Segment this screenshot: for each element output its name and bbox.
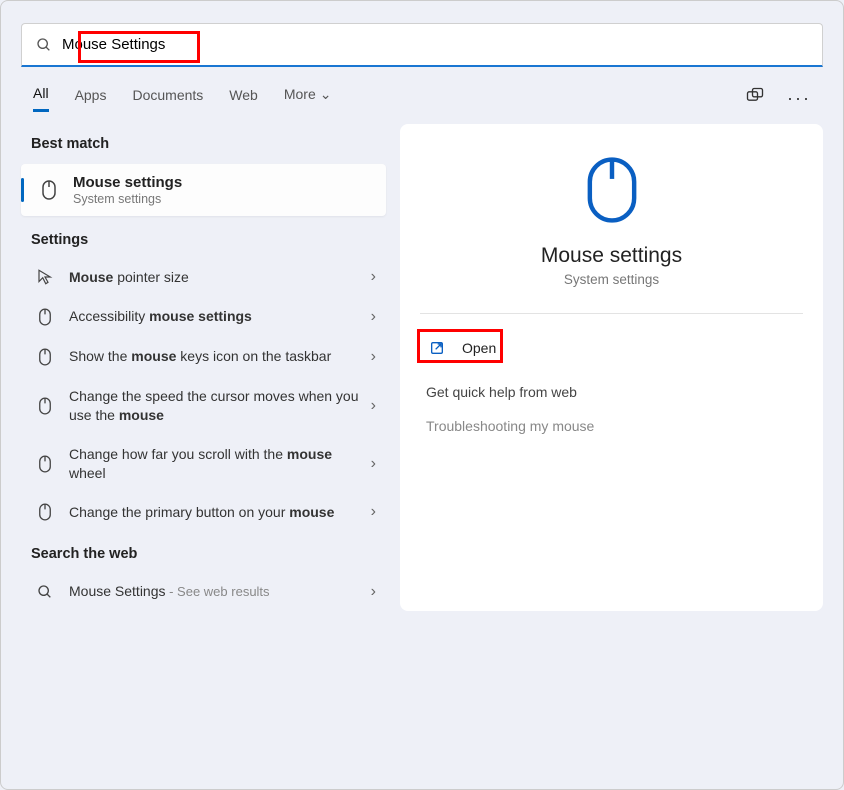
search-input[interactable] xyxy=(62,36,808,53)
tab-web[interactable]: Web xyxy=(229,87,258,111)
section-settings: Settings xyxy=(21,218,386,258)
search-icon xyxy=(36,37,52,53)
divider xyxy=(420,313,803,314)
chevron-right-icon: › xyxy=(371,397,376,415)
open-action[interactable]: Open xyxy=(420,332,803,364)
preview-title: Mouse settings xyxy=(420,244,803,268)
chevron-right-icon: › xyxy=(371,503,376,521)
chevron-right-icon: › xyxy=(371,268,376,286)
settings-result[interactable]: Change how far you scroll with the mouse… xyxy=(21,435,386,493)
best-match-result[interactable]: Mouse settings System settings xyxy=(21,164,386,216)
tab-apps[interactable]: Apps xyxy=(75,87,107,111)
settings-result[interactable]: Mouse pointer size › xyxy=(21,258,386,297)
section-best-match: Best match xyxy=(21,122,386,162)
result-label: Change the primary button on your mouse xyxy=(69,503,371,522)
result-label: Mouse Settings - See web results xyxy=(69,582,371,601)
chat-icon[interactable] xyxy=(745,86,765,111)
tab-all[interactable]: All xyxy=(33,85,49,112)
search-bar[interactable] xyxy=(21,23,823,67)
tab-more[interactable]: More⌄ xyxy=(284,86,332,111)
open-external-icon xyxy=(426,340,448,356)
mouse-icon xyxy=(31,307,59,327)
best-match-subtitle: System settings xyxy=(73,192,182,206)
more-options-icon[interactable]: ··· xyxy=(787,88,811,109)
settings-result[interactable]: Change the primary button on your mouse … xyxy=(21,492,386,532)
open-label: Open xyxy=(462,340,496,356)
chevron-right-icon: › xyxy=(371,308,376,326)
preview-subtitle: System settings xyxy=(420,272,803,287)
mouse-icon xyxy=(35,179,63,201)
settings-result[interactable]: Show the mouse keys icon on the taskbar … xyxy=(21,337,386,377)
chevron-down-icon: ⌄ xyxy=(320,86,332,102)
section-search-web: Search the web xyxy=(21,532,386,572)
settings-result[interactable]: Change the speed the cursor moves when y… xyxy=(21,377,386,435)
mouse-icon xyxy=(31,502,59,522)
preview-panel: Mouse settings System settings Open Get … xyxy=(400,124,823,611)
result-label: Show the mouse keys icon on the taskbar xyxy=(69,347,371,366)
mouse-icon xyxy=(31,454,59,474)
results-column: Best match Mouse settings System setting… xyxy=(21,122,386,611)
chevron-right-icon: › xyxy=(371,455,376,473)
search-icon xyxy=(31,584,59,600)
tab-documents[interactable]: Documents xyxy=(132,87,203,111)
mouse-icon xyxy=(31,396,59,416)
best-match-title: Mouse settings xyxy=(73,174,182,191)
help-header: Get quick help from web xyxy=(420,364,803,408)
mouse-icon xyxy=(31,347,59,367)
filter-tabs-row: All Apps Documents Web More⌄ ··· xyxy=(11,67,833,122)
cursor-icon xyxy=(31,268,59,286)
settings-result[interactable]: Accessibility mouse settings › xyxy=(21,297,386,337)
web-result[interactable]: Mouse Settings - See web results › xyxy=(21,572,386,611)
result-label: Accessibility mouse settings xyxy=(69,307,371,326)
result-label: Change the speed the cursor moves when y… xyxy=(69,387,371,425)
preview-mouse-icon xyxy=(420,154,803,226)
chevron-right-icon: › xyxy=(371,348,376,366)
help-link[interactable]: Troubleshooting my mouse xyxy=(420,408,803,444)
tab-more-label: More xyxy=(284,86,316,102)
chevron-right-icon: › xyxy=(371,583,376,601)
result-label: Change how far you scroll with the mouse… xyxy=(69,445,371,483)
result-label: Mouse pointer size xyxy=(69,268,371,287)
